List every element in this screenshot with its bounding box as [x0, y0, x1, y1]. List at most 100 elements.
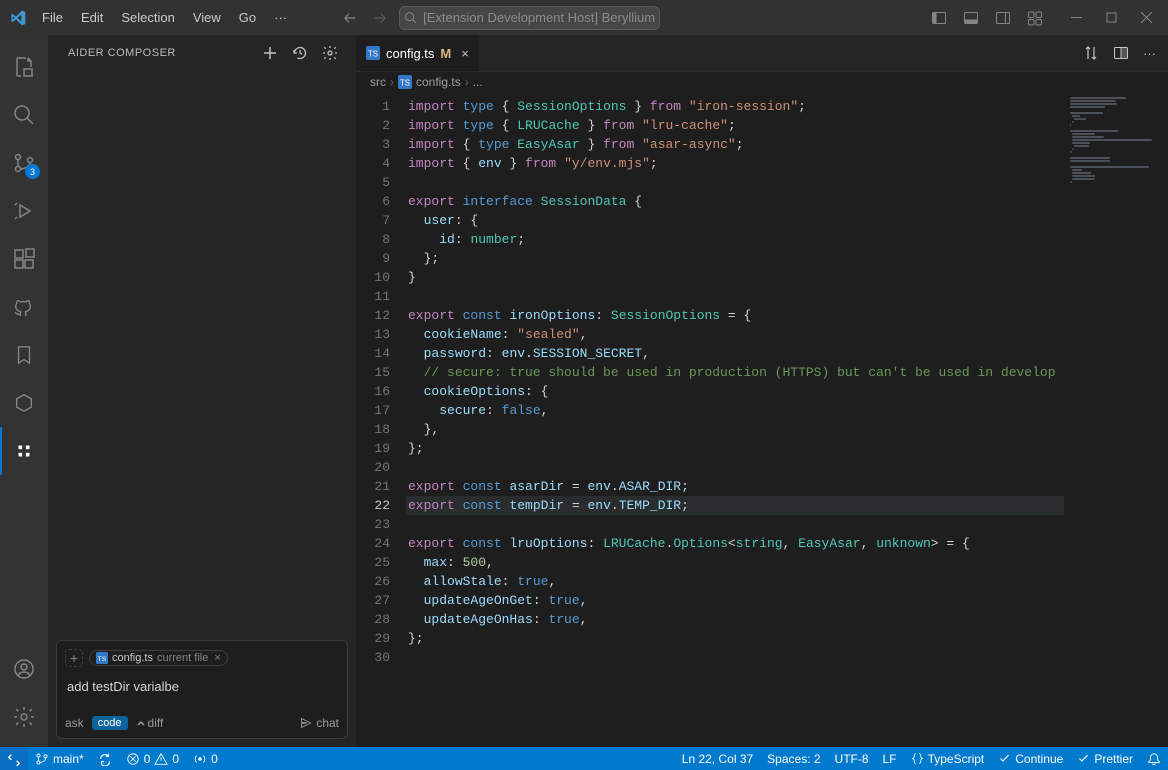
sidebar-history-icon[interactable] [292, 45, 308, 61]
status-language[interactable]: TypeScript [904, 752, 992, 766]
menu-view[interactable]: View [185, 6, 229, 29]
tab-more-icon[interactable]: ··· [1143, 46, 1156, 61]
window-maximize-icon[interactable] [1106, 12, 1117, 23]
chip-file-name: config.ts [112, 652, 153, 664]
vertical-scrollbar[interactable] [1154, 93, 1168, 747]
svg-text:TS: TS [368, 50, 378, 59]
status-continue[interactable]: Continue [991, 752, 1070, 766]
chevron-up-icon [136, 718, 146, 728]
status-bar: main* 0 0 0 Ln 22, Col 37 Spaces: 2 UTF-… [0, 747, 1168, 770]
vscode-logo-icon [10, 10, 26, 26]
minimap[interactable] [1064, 93, 1154, 747]
editor-group: TS config.ts M × ··· src › TS config.ts … [356, 35, 1168, 747]
status-spaces[interactable]: Spaces: 2 [760, 752, 827, 766]
search-icon [404, 11, 417, 24]
status-bell-icon[interactable] [1140, 752, 1168, 766]
nav-arrows [343, 11, 387, 25]
layout-sidebar-right-icon[interactable] [995, 10, 1011, 26]
scm-badge: 3 [25, 164, 40, 179]
check-icon [998, 752, 1011, 765]
chip-file-sub: current file [157, 652, 208, 664]
ts-file-icon: TS [398, 75, 412, 89]
breadcrumb-src[interactable]: src [370, 75, 386, 89]
chevron-right-icon: › [465, 75, 469, 89]
code-editor[interactable]: 1234567891011121314151617181920212223242… [356, 93, 1168, 747]
status-encoding[interactable]: UTF-8 [828, 752, 876, 766]
code-content[interactable]: import type { SessionOptions } from "iro… [406, 93, 1064, 747]
chip-remove-icon[interactable]: × [214, 652, 220, 664]
status-sync-icon[interactable] [91, 747, 119, 770]
window-close-icon[interactable] [1141, 12, 1152, 23]
composer-add-file-button[interactable]: + [65, 649, 83, 667]
layout-sidebar-left-icon[interactable] [931, 10, 947, 26]
activity-hexagon-icon[interactable] [0, 379, 48, 427]
warning-icon [154, 752, 168, 766]
menu-bar: File Edit Selection View Go ··· [34, 6, 295, 29]
status-ports[interactable]: 0 [186, 747, 225, 770]
activity-search-icon[interactable] [0, 91, 48, 139]
activity-aider-icon[interactable] [0, 427, 48, 475]
check-icon [1077, 752, 1090, 765]
menu-edit[interactable]: Edit [73, 6, 111, 29]
layout-controls [931, 10, 1043, 26]
nav-back-icon[interactable] [343, 11, 357, 25]
git-branch-icon [35, 752, 49, 766]
menu-selection[interactable]: Selection [113, 6, 182, 29]
sidebar-title: AIDER COMPOSER [68, 47, 176, 59]
menu-file[interactable]: File [34, 6, 71, 29]
chevron-right-icon: › [390, 75, 394, 89]
composer-mode-ask[interactable]: ask [65, 716, 84, 730]
braces-icon [911, 752, 924, 765]
composer-input[interactable]: add testDir varialbe [65, 675, 339, 708]
tab-close-icon[interactable]: × [461, 46, 469, 61]
composer-context-chip[interactable]: TS config.ts current file × [89, 650, 228, 666]
sidebar: AIDER COMPOSER + TS config.ts current fi… [48, 35, 356, 747]
tab-config-ts[interactable]: TS config.ts M × [356, 35, 480, 71]
sidebar-settings-icon[interactable] [322, 45, 338, 61]
activity-settings-icon[interactable] [0, 693, 48, 741]
menu-more[interactable]: ··· [266, 6, 295, 29]
activity-accounts-icon[interactable] [0, 645, 48, 693]
layout-customize-icon[interactable] [1027, 10, 1043, 26]
activity-github-icon[interactable] [0, 283, 48, 331]
layout-panel-icon[interactable] [963, 10, 979, 26]
titlebar: File Edit Selection View Go ··· [Extensi… [0, 0, 1168, 35]
status-branch[interactable]: main* [28, 747, 91, 770]
svg-text:TS: TS [98, 656, 107, 663]
composer-mode-diff-toggle[interactable]: diff [136, 716, 164, 730]
status-eol[interactable]: LF [876, 752, 904, 766]
breadcrumb[interactable]: src › TS config.ts › ... [356, 71, 1168, 93]
send-icon [300, 717, 312, 729]
status-remote-icon[interactable] [0, 747, 28, 770]
svg-text:TS: TS [400, 79, 410, 88]
command-center[interactable]: [Extension Development Host] Beryllium [399, 6, 660, 30]
tab-split-icon[interactable] [1113, 45, 1129, 61]
window-controls [1063, 12, 1160, 23]
command-center-label: [Extension Development Host] Beryllium [423, 10, 655, 25]
tab-modified-indicator: M [440, 46, 451, 61]
sidebar-new-icon[interactable] [262, 45, 278, 61]
status-prettier[interactable]: Prettier [1070, 752, 1140, 766]
composer-mode-code[interactable]: code [92, 716, 128, 730]
breadcrumb-file[interactable]: config.ts [416, 75, 461, 89]
tab-bar: TS config.ts M × ··· [356, 35, 1168, 71]
radio-icon [193, 752, 207, 766]
activity-extensions-icon[interactable] [0, 235, 48, 283]
breadcrumb-more[interactable]: ... [473, 75, 483, 89]
tab-compare-icon[interactable] [1083, 45, 1099, 61]
line-gutter: 1234567891011121314151617181920212223242… [356, 93, 406, 747]
activity-scm-icon[interactable]: 3 [0, 139, 48, 187]
activity-debug-icon[interactable] [0, 187, 48, 235]
menu-go[interactable]: Go [231, 6, 264, 29]
sidebar-body [48, 70, 356, 640]
status-ln-col[interactable]: Ln 22, Col 37 [675, 752, 760, 766]
window-minimize-icon[interactable] [1071, 12, 1082, 23]
activity-bookmark-icon[interactable] [0, 331, 48, 379]
activity-explorer-icon[interactable] [0, 43, 48, 91]
composer-send-button[interactable]: chat [300, 716, 339, 730]
ts-file-icon: TS [366, 46, 380, 60]
status-problems[interactable]: 0 0 [119, 747, 186, 770]
activity-bar: 3 [0, 35, 48, 747]
error-icon [126, 752, 140, 766]
nav-forward-icon[interactable] [373, 11, 387, 25]
